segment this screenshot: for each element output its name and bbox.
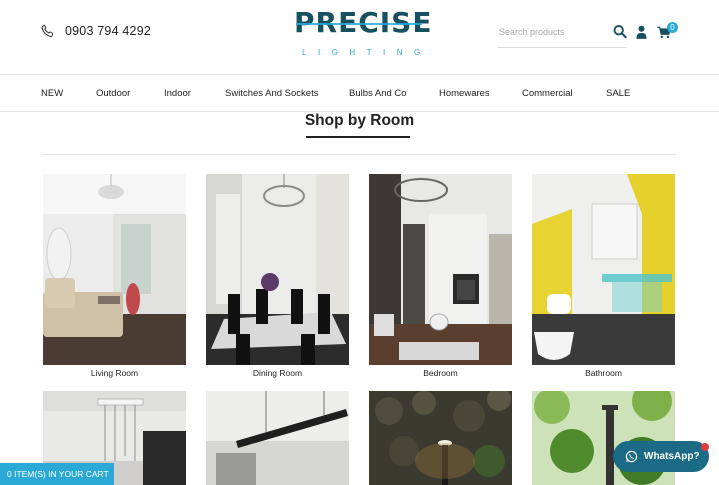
main-nav: NEW Outdoor Indoor Switches And Sockets … xyxy=(0,75,719,112)
nav-item-homewares[interactable]: Homewares xyxy=(439,88,490,99)
whatsapp-icon xyxy=(625,450,638,463)
room-image-living-room[interactable] xyxy=(43,174,186,365)
whatsapp-notification-dot xyxy=(701,443,709,451)
nav-item-commercial[interactable]: Commercial xyxy=(522,88,573,99)
bathroom-photo xyxy=(532,174,675,365)
dining-room-photo xyxy=(206,174,349,365)
room-label-bedroom[interactable]: Bedroom xyxy=(369,368,512,378)
nav-item-new[interactable]: NEW xyxy=(41,88,63,99)
logo-accent-line xyxy=(296,23,422,25)
bedroom-photo xyxy=(369,174,512,365)
office-photo xyxy=(206,391,349,485)
room-label-bathroom[interactable]: Bathroom xyxy=(532,368,675,378)
phone-contact[interactable]: 0903 794 4292 xyxy=(40,23,151,39)
nav-item-sale[interactable]: SALE xyxy=(606,88,630,99)
cart-summary-bar[interactable]: 0 ITEM(S) IN YOUR CART xyxy=(0,463,114,485)
room-label-dining-room[interactable]: Dining Room xyxy=(206,368,349,378)
room-image-office[interactable] xyxy=(206,391,349,485)
section-title: Shop by Room xyxy=(304,112,415,129)
whatsapp-chat-button[interactable]: WhatsApp? xyxy=(613,441,709,472)
user-icon[interactable] xyxy=(636,25,647,39)
search-input[interactable] xyxy=(497,20,602,44)
phone-number[interactable]: 0903 794 4292 xyxy=(65,24,151,38)
room-image-bedroom[interactable] xyxy=(369,174,512,365)
phone-icon xyxy=(41,24,54,38)
search-icon[interactable] xyxy=(613,24,627,39)
site-header: 0903 794 4292 PRECISE LIGHTING 0 xyxy=(0,0,719,75)
nav-item-switches-and-sockets[interactable]: Switches And Sockets xyxy=(225,88,318,99)
cart-count-badge[interactable]: 0 xyxy=(667,22,678,33)
section-divider xyxy=(42,154,676,155)
whatsapp-label: WhatsApp? xyxy=(644,451,700,462)
living-room-photo xyxy=(43,174,186,365)
room-image-outdoor-wall[interactable] xyxy=(369,391,512,485)
nav-item-outdoor[interactable]: Outdoor xyxy=(96,88,130,99)
room-image-bathroom[interactable] xyxy=(532,174,675,365)
outdoor-wall-photo xyxy=(369,391,512,485)
logo-subtitle: LIGHTING xyxy=(302,48,432,57)
nav-item-indoor[interactable]: Indoor xyxy=(164,88,191,99)
room-label-living-room[interactable]: Living Room xyxy=(43,368,186,378)
nav-item-bulbs-and-co[interactable]: Bulbs And Co xyxy=(349,88,407,99)
brand-logo[interactable]: PRECISE LIGHTING xyxy=(294,8,432,58)
search-box xyxy=(497,20,627,48)
title-underline xyxy=(306,136,410,138)
logo-wordmark: PRECISE xyxy=(294,8,431,38)
room-image-dining-room[interactable] xyxy=(206,174,349,365)
